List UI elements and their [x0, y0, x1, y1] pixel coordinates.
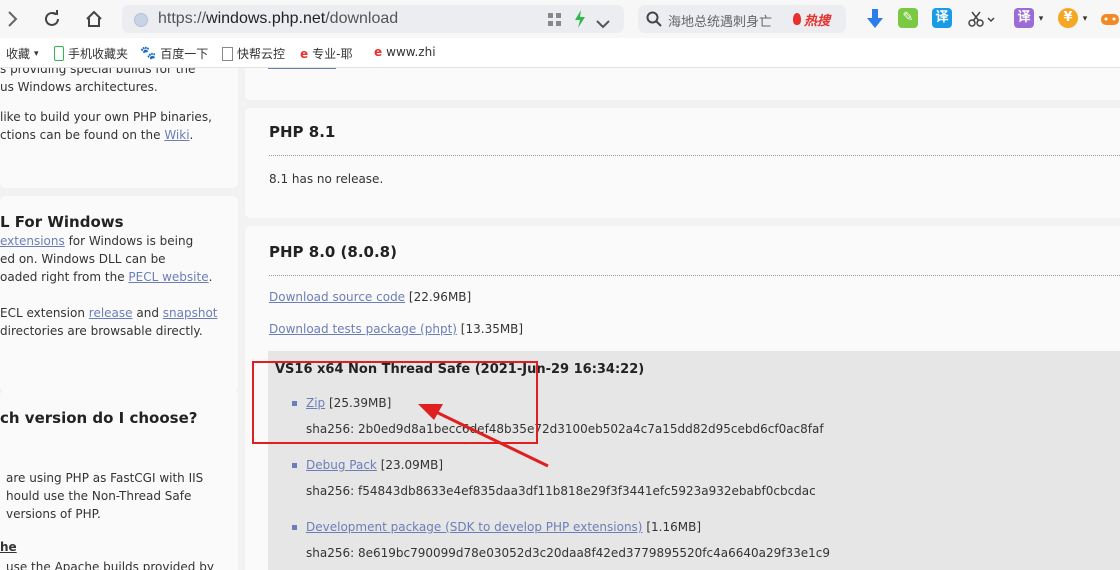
extensions-link[interactable]: extensions	[0, 234, 65, 248]
divider	[269, 155, 1120, 156]
e-logo-icon: e	[300, 46, 309, 61]
browser-toolbar: https://windows.php.net/download 海地总统遇刺身…	[0, 0, 1120, 38]
scissors-icon[interactable]	[966, 7, 996, 31]
bookmark-zhi[interactable]: e www.zhi	[374, 45, 436, 59]
sha256-hash: sha256: 8e619bc790099d78e03052d3c20daa8f…	[306, 546, 830, 560]
apache-subheading: he	[0, 540, 17, 554]
php81-note: 8.1 has no release.	[269, 172, 384, 186]
annotation-arrow	[418, 404, 549, 468]
bookmark-favorites[interactable]: 收藏 ▾	[6, 45, 39, 62]
sidebar-text: are using PHP as FastCGI with IIS	[6, 471, 204, 485]
home-icon[interactable]	[82, 7, 106, 31]
wiki-link[interactable]: Wiki	[164, 128, 189, 142]
sidebar-text-segment: .	[208, 270, 213, 284]
sidebar-text-segment: ECL extension	[0, 306, 89, 320]
source-code-row: Download source code [22.96MB]	[269, 290, 471, 304]
tab-underline	[268, 68, 336, 69]
choose-version-heading: ch version do I choose?	[0, 409, 198, 427]
page-content: s providing special builds for the us Wi…	[0, 68, 1120, 570]
dev-package-link[interactable]: Development package (SDK to develop PHP …	[306, 520, 643, 534]
sidebar-text: versions of PHP.	[6, 507, 101, 521]
php81-title: PHP 8.1	[269, 123, 336, 141]
sidebar-text-segment: and	[132, 306, 163, 320]
bookmarks-bar: 收藏 ▾ 手机收藏夹 🐾 百度一下 快帮云控 e 专业-耶 e www.zhi	[0, 38, 1120, 68]
sidebar-text-segment: ctions can be found on the	[0, 128, 165, 142]
sidebar-text: like to build your own PHP binaries,	[0, 110, 212, 124]
list-bullet	[292, 525, 297, 530]
chevron-down-icon[interactable]	[596, 14, 610, 33]
sidebar-text: ctions can be found on the Wiki.	[0, 126, 193, 144]
bookmark-label: www.zhi	[386, 45, 436, 59]
bookmark-professional[interactable]: e 专业-耶	[300, 45, 352, 62]
sidebar-text-segment: for Windows is being	[64, 234, 194, 248]
lightning-icon[interactable]	[574, 10, 586, 32]
game-icon[interactable]	[1100, 7, 1120, 31]
search-icon	[646, 11, 662, 31]
flame-icon	[793, 13, 801, 25]
translate-icon[interactable]: 译	[932, 8, 952, 28]
file-row-devpack: Development package (SDK to develop PHP …	[306, 520, 701, 534]
sidebar-text: s providing special builds for the	[0, 68, 196, 76]
url-path: /download	[325, 10, 399, 27]
list-bullet	[292, 463, 297, 468]
url-scheme: https://	[158, 10, 207, 27]
pecl-heading: L For Windows	[0, 213, 124, 231]
download-source-link[interactable]: Download source code	[269, 290, 405, 304]
pecl-website-link[interactable]: PECL website	[128, 270, 208, 284]
bookmark-label: 手机收藏夹	[68, 47, 129, 61]
file-size: [1.16MB]	[646, 520, 701, 534]
address-bar[interactable]: https://windows.php.net/download	[122, 5, 624, 33]
bookmark-label: 快帮云控	[237, 47, 286, 61]
release-link[interactable]: release	[89, 306, 133, 320]
hot-search-label[interactable]: 热搜	[804, 10, 830, 29]
bookmark-kuaibang[interactable]: 快帮云控	[222, 45, 285, 62]
bookmark-label: 专业-耶	[312, 47, 353, 61]
sidebar-text: oaded right from the PECL website.	[0, 268, 212, 286]
forward-icon[interactable]	[4, 7, 22, 31]
bookmark-label: 百度一下	[160, 47, 209, 61]
search-box[interactable]: 海地总统遇刺身亡 热搜	[638, 5, 846, 33]
tests-package-row: Download tests package (phpt) [13.35MB]	[269, 322, 523, 336]
sidebar-text: use the Apache builds provided by	[6, 560, 214, 570]
grid-apps-icon[interactable]	[548, 12, 562, 31]
sha256-hash: sha256: f54843db8633e4ef835daa3df11b818e…	[306, 484, 816, 498]
search-suggestion[interactable]: 海地总统遇刺身亡	[668, 11, 772, 30]
reload-icon[interactable]	[40, 7, 64, 31]
sidebar-text: extensions for Windows is being	[0, 232, 193, 250]
coupon-icon[interactable]: ¥	[1058, 8, 1078, 28]
green-extension-icon[interactable]: ✎	[898, 8, 918, 28]
baidu-paw-icon: 🐾	[140, 46, 157, 61]
download-tests-link[interactable]: Download tests package (phpt)	[269, 322, 457, 336]
sidebar-text-segment: .	[189, 128, 194, 142]
e-logo-icon: e	[374, 45, 383, 59]
sidebar-text: us Windows architectures.	[0, 80, 158, 94]
debug-pack-link[interactable]: Debug Pack	[306, 458, 377, 472]
sidebar-text: hould use the Non-Thread Safe	[6, 489, 192, 503]
site-security-icon[interactable]	[134, 13, 148, 27]
file-size: [22.96MB]	[408, 290, 472, 304]
chevron-down-icon: ▾	[34, 48, 39, 59]
file-size: [13.35MB]	[460, 322, 524, 336]
phone-icon	[54, 46, 64, 61]
sidebar-text: ed on. Windows DLL can be	[0, 252, 166, 266]
download-icon[interactable]	[864, 7, 886, 31]
translate-menu-chevron-icon[interactable]: ▾	[1036, 7, 1046, 31]
main-card-top	[245, 68, 1120, 100]
bookmark-baidu[interactable]: 🐾 百度一下	[140, 45, 208, 62]
php81-card	[245, 108, 1120, 218]
page-icon	[222, 46, 233, 61]
snapshot-link[interactable]: snapshot	[163, 306, 218, 320]
url-host: windows.php.net	[206, 10, 326, 27]
divider	[269, 275, 1120, 276]
url-text[interactable]: https://windows.php.net/download	[158, 10, 398, 28]
translate-plugin-icon[interactable]: 译	[1014, 8, 1034, 28]
sidebar-text-segment: oaded right from the	[0, 270, 129, 284]
sidebar-text: directories are browsable directly.	[0, 324, 203, 338]
php80-title: PHP 8.0 (8.0.8)	[269, 243, 397, 261]
bookmark-label: 收藏	[6, 47, 31, 61]
coupon-menu-chevron-icon[interactable]: ▾	[1080, 7, 1090, 31]
bookmark-mobile-folder[interactable]: 手机收藏夹	[54, 45, 128, 62]
sidebar-text: ECL extension release and snapshot	[0, 304, 218, 322]
